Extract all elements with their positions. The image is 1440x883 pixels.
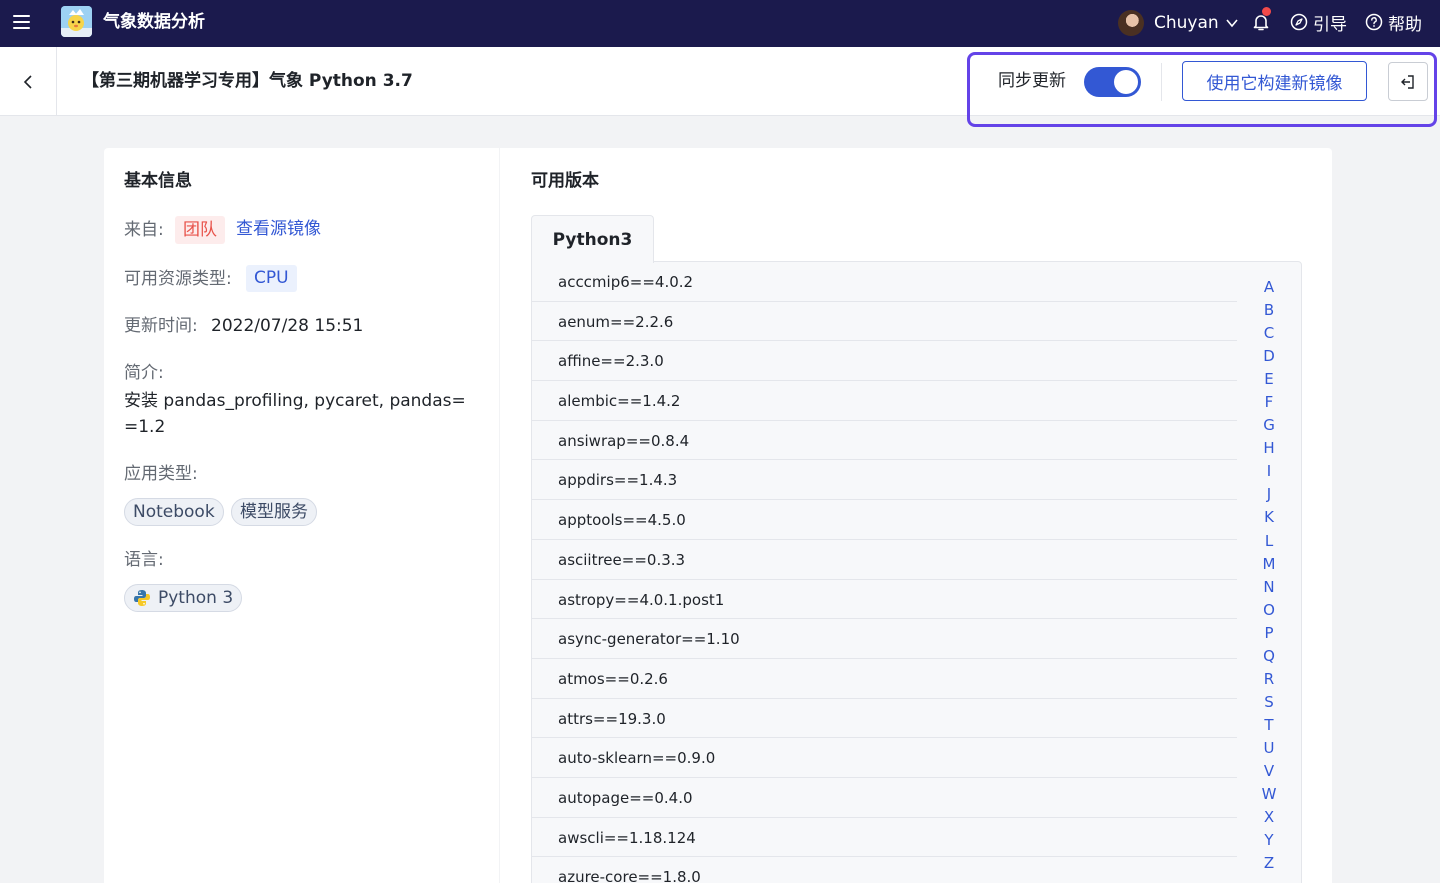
versions-card: 可用版本 Python3 acccmip6==4.0.2 aenum==2.2.6… (500, 148, 1332, 883)
package-item: ansiwrap==0.8.4 (532, 421, 1237, 461)
package-panel: acccmip6==4.0.2 aenum==2.2.6 affine==2.3.0… (531, 261, 1302, 883)
alpha-index-letter[interactable]: S (1251, 691, 1287, 714)
alpha-index-letter[interactable]: P (1251, 622, 1287, 645)
alpha-index-letter[interactable]: Q (1251, 645, 1287, 668)
package-item: aenum==2.2.6 (532, 302, 1237, 342)
alpha-index-letter[interactable]: W (1251, 783, 1287, 806)
guide-link[interactable]: 引导 (1290, 10, 1347, 35)
chevron-left-icon (23, 74, 32, 89)
package-item: atmos==0.2.6 (532, 659, 1237, 699)
alpha-index-letter[interactable]: K (1251, 506, 1287, 529)
alpha-index-letter[interactable]: T (1251, 714, 1287, 737)
alpha-index-letter[interactable]: E (1251, 368, 1287, 391)
toggle-knob (1114, 70, 1138, 94)
page-header: 【第三期机器学习专用】气象 Python 3.7 同步更新 使用它构建新镜像 (0, 47, 1440, 116)
app-type-notebook: Notebook (124, 498, 224, 526)
exit-icon (1401, 74, 1414, 89)
alpha-index-letter[interactable]: G (1251, 414, 1287, 437)
app-type-label: 应用类型: (124, 464, 198, 484)
alpha-index-letter[interactable]: R (1251, 668, 1287, 691)
alpha-index-letter[interactable]: A (1251, 276, 1287, 299)
package-item: attrs==19.3.0 (532, 699, 1237, 739)
alpha-index-letter[interactable]: H (1251, 437, 1287, 460)
sync-toggle[interactable] (1084, 67, 1141, 97)
exit-button[interactable] (1388, 62, 1428, 101)
alpha-index-letter[interactable]: L (1251, 530, 1287, 553)
resource-type-label: 可用资源类型: (124, 269, 232, 289)
versions-title: 可用版本 (531, 171, 599, 191)
intro-text: 安装 pandas_profiling, pycaret, pandas==1.… (124, 391, 466, 437)
package-item: acccmip6==4.0.2 (532, 262, 1237, 302)
tab-python3[interactable]: Python3 (531, 215, 654, 263)
updated-label: 更新时间: (124, 316, 198, 336)
build-image-button[interactable]: 使用它构建新镜像 (1182, 61, 1367, 101)
divider (1161, 63, 1162, 101)
alpha-index-letter[interactable]: C (1251, 322, 1287, 345)
package-item: alembic==1.4.2 (532, 381, 1237, 421)
user-menu[interactable]: Chuyan (1118, 8, 1239, 38)
language-label: 语言: (124, 550, 164, 570)
language-tag: Python 3 (124, 584, 243, 612)
top-nav-bar: 气象数据分析 Chuyan 引导 帮助 (0, 0, 1440, 47)
sync-label: 同步更新 (998, 71, 1066, 91)
page-title: 【第三期机器学习专用】气象 Python 3.7 (82, 71, 413, 91)
package-item: asciitree==0.3.3 (532, 540, 1237, 580)
alpha-index-letter[interactable]: D (1251, 345, 1287, 368)
alpha-index-letter[interactable]: M (1251, 553, 1287, 576)
alpha-index-letter[interactable]: Z (1251, 852, 1287, 875)
alpha-index-letter[interactable]: J (1251, 483, 1287, 506)
package-item: appdirs==1.4.3 (532, 460, 1237, 501)
alpha-index-letter[interactable]: N (1251, 576, 1287, 599)
language-value: Python 3 (158, 588, 234, 608)
view-source-link[interactable]: 查看源镜像 (236, 217, 321, 241)
back-button[interactable] (0, 47, 57, 116)
package-item: async-generator==1.10 (532, 619, 1237, 659)
help-link[interactable]: 帮助 (1365, 10, 1422, 35)
compass-icon (1290, 13, 1308, 31)
alpha-index-letter[interactable]: B (1251, 299, 1287, 322)
alpha-index-letter[interactable]: V (1251, 760, 1287, 783)
guide-label: 引导 (1313, 14, 1347, 35)
notification-button[interactable] (1250, 7, 1272, 33)
basic-info-title: 基本信息 (124, 171, 192, 191)
help-label: 帮助 (1388, 14, 1422, 35)
menu-icon[interactable] (12, 12, 32, 32)
source-tag: 团队 (175, 216, 225, 244)
alpha-index-letter[interactable]: U (1251, 737, 1287, 760)
question-circle-icon (1365, 13, 1383, 31)
package-list: acccmip6==4.0.2 aenum==2.2.6 affine==2.3.0… (532, 262, 1237, 883)
package-item: awscli==1.18.124 (532, 818, 1237, 858)
user-name: Chuyan (1154, 13, 1219, 33)
alpha-index-letter[interactable]: I (1251, 460, 1287, 483)
package-item: azure-core==1.8.0 (532, 857, 1237, 883)
intro-label: 简介: (124, 363, 164, 383)
alphabet-index: ABCDEFGHIJKLMNOPQRSTUVWXYZ (1251, 276, 1287, 875)
app-type-model-service: 模型服务 (231, 498, 317, 526)
app-logo[interactable] (61, 6, 92, 37)
notification-dot (1262, 7, 1271, 16)
package-item: autopage==0.4.0 (532, 778, 1237, 818)
alpha-index-letter[interactable]: O (1251, 599, 1287, 622)
alpha-index-letter[interactable]: Y (1251, 829, 1287, 852)
package-item: affine==2.3.0 (532, 341, 1237, 382)
chevron-down-icon (1226, 19, 1238, 28)
avatar (1118, 10, 1144, 36)
basic-info-card: 基本信息 来自: 团队 查看源镜像 可用资源类型: CPU 更新时间: 2022… (104, 148, 499, 883)
resource-type-tag: CPU (246, 265, 297, 292)
alpha-index-letter[interactable]: F (1251, 391, 1287, 414)
app-title[interactable]: 气象数据分析 (103, 11, 205, 33)
source-label: 来自: (124, 220, 164, 240)
alpha-index-letter[interactable]: X (1251, 806, 1287, 829)
package-item: auto-sklearn==0.9.0 (532, 738, 1237, 778)
package-item: astropy==4.0.1.post1 (532, 580, 1237, 620)
python-icon (134, 590, 150, 606)
updated-value: 2022/07/28 15:51 (211, 316, 364, 336)
package-item: apptools==4.5.0 (532, 500, 1237, 540)
